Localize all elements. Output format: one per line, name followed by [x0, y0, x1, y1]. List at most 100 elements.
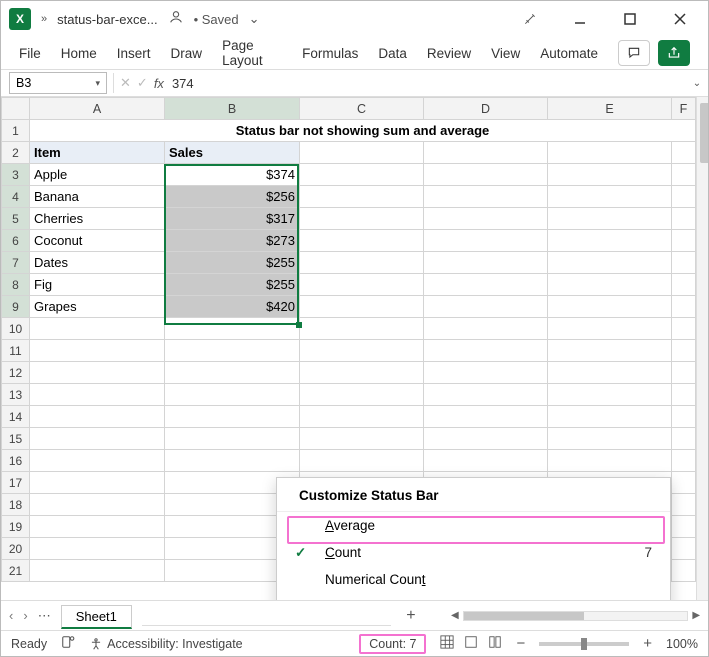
- cell[interactable]: [548, 318, 672, 340]
- formula-expand-icon[interactable]: ⌄: [686, 78, 708, 89]
- cell[interactable]: Dates: [30, 252, 165, 274]
- cell[interactable]: [300, 362, 424, 384]
- cell[interactable]: [672, 538, 696, 560]
- cell[interactable]: [300, 230, 424, 252]
- cell[interactable]: [165, 450, 300, 472]
- cell[interactable]: [548, 340, 672, 362]
- cell[interactable]: [548, 362, 672, 384]
- cell[interactable]: [165, 406, 300, 428]
- cell[interactable]: [300, 384, 424, 406]
- cell[interactable]: [165, 384, 300, 406]
- zoom-slider[interactable]: [539, 642, 629, 646]
- cell[interactable]: [548, 164, 672, 186]
- cell[interactable]: [672, 186, 696, 208]
- col-header-e[interactable]: E: [548, 98, 672, 120]
- cell[interactable]: [30, 538, 165, 560]
- cell[interactable]: [424, 164, 548, 186]
- magic-icon[interactable]: [510, 5, 550, 33]
- cell[interactable]: [672, 296, 696, 318]
- cell[interactable]: [672, 274, 696, 296]
- tab-draw[interactable]: Draw: [171, 46, 203, 61]
- cell[interactable]: [424, 318, 548, 340]
- row-header[interactable]: 16: [2, 450, 30, 472]
- cell[interactable]: Item: [30, 142, 165, 164]
- row-header[interactable]: 2: [2, 142, 30, 164]
- context-menu-item[interactable]: Average: [277, 512, 670, 539]
- cell[interactable]: Apple: [30, 164, 165, 186]
- row-header[interactable]: 12: [2, 362, 30, 384]
- cell[interactable]: $420: [165, 296, 300, 318]
- sheet-tab[interactable]: Sheet1: [61, 605, 132, 629]
- cell[interactable]: Cherries: [30, 208, 165, 230]
- tab-formulas[interactable]: Formulas: [302, 46, 358, 61]
- minimize-button[interactable]: [560, 5, 600, 33]
- col-header-b[interactable]: B: [165, 98, 300, 120]
- cell[interactable]: [548, 186, 672, 208]
- cell[interactable]: Grapes: [30, 296, 165, 318]
- tab-view[interactable]: View: [491, 46, 520, 61]
- cell[interactable]: [30, 406, 165, 428]
- new-sheet-button[interactable]: +: [401, 607, 421, 625]
- cell[interactable]: [30, 340, 165, 362]
- cell[interactable]: [424, 384, 548, 406]
- row-header[interactable]: 4: [2, 186, 30, 208]
- cell[interactable]: [548, 208, 672, 230]
- cell[interactable]: [548, 296, 672, 318]
- cell[interactable]: $317: [165, 208, 300, 230]
- cell[interactable]: [300, 252, 424, 274]
- tab-data[interactable]: Data: [378, 46, 407, 61]
- cell[interactable]: [300, 208, 424, 230]
- cell[interactable]: [672, 340, 696, 362]
- page-break-view-icon[interactable]: [488, 635, 502, 652]
- cancel-icon[interactable]: ✕: [120, 75, 131, 91]
- cell[interactable]: [672, 428, 696, 450]
- comments-button[interactable]: [618, 40, 650, 66]
- selection-handle[interactable]: [296, 322, 302, 328]
- tab-review[interactable]: Review: [427, 46, 471, 61]
- col-header-f[interactable]: F: [672, 98, 696, 120]
- cell[interactable]: [548, 274, 672, 296]
- sheet-list-icon[interactable]: ⋯: [38, 608, 51, 624]
- cell[interactable]: [300, 318, 424, 340]
- cell[interactable]: [30, 560, 165, 582]
- cell[interactable]: [300, 406, 424, 428]
- maximize-button[interactable]: [610, 5, 650, 33]
- saved-status[interactable]: • Saved: [194, 12, 239, 27]
- zoom-level[interactable]: 100%: [666, 637, 698, 651]
- cell[interactable]: [548, 142, 672, 164]
- cell[interactable]: [30, 318, 165, 340]
- row-header[interactable]: 13: [2, 384, 30, 406]
- zoom-out-button[interactable]: −: [516, 635, 525, 652]
- status-bar[interactable]: Ready Accessibility: Investigate Count: …: [1, 630, 708, 656]
- cell[interactable]: [672, 318, 696, 340]
- row-header[interactable]: 8: [2, 274, 30, 296]
- cell[interactable]: [300, 164, 424, 186]
- enter-icon[interactable]: ✓: [137, 75, 148, 91]
- cell[interactable]: [30, 362, 165, 384]
- row-header[interactable]: 11: [2, 340, 30, 362]
- cell[interactable]: [424, 252, 548, 274]
- cell[interactable]: [672, 560, 696, 582]
- cell[interactable]: [165, 318, 300, 340]
- cell[interactable]: Sales: [165, 142, 300, 164]
- cell[interactable]: [672, 362, 696, 384]
- formula-input[interactable]: 374: [164, 76, 686, 91]
- cell[interactable]: [424, 186, 548, 208]
- cell[interactable]: [165, 428, 300, 450]
- cell[interactable]: [672, 494, 696, 516]
- cell[interactable]: [300, 428, 424, 450]
- cell[interactable]: [30, 472, 165, 494]
- cell[interactable]: [424, 274, 548, 296]
- cell[interactable]: [30, 450, 165, 472]
- cell[interactable]: [672, 252, 696, 274]
- quick-access-chevron[interactable]: »: [41, 13, 47, 25]
- normal-view-icon[interactable]: [440, 635, 454, 652]
- cell[interactable]: [548, 384, 672, 406]
- context-menu-item[interactable]: Numerical Count: [277, 566, 670, 593]
- cell[interactable]: [672, 516, 696, 538]
- cell[interactable]: Fig: [30, 274, 165, 296]
- saved-dropdown-icon[interactable]: ⌄: [249, 11, 260, 27]
- sheet-nav-prev-icon[interactable]: ‹: [9, 608, 13, 623]
- cell[interactable]: [548, 230, 672, 252]
- cell[interactable]: [424, 340, 548, 362]
